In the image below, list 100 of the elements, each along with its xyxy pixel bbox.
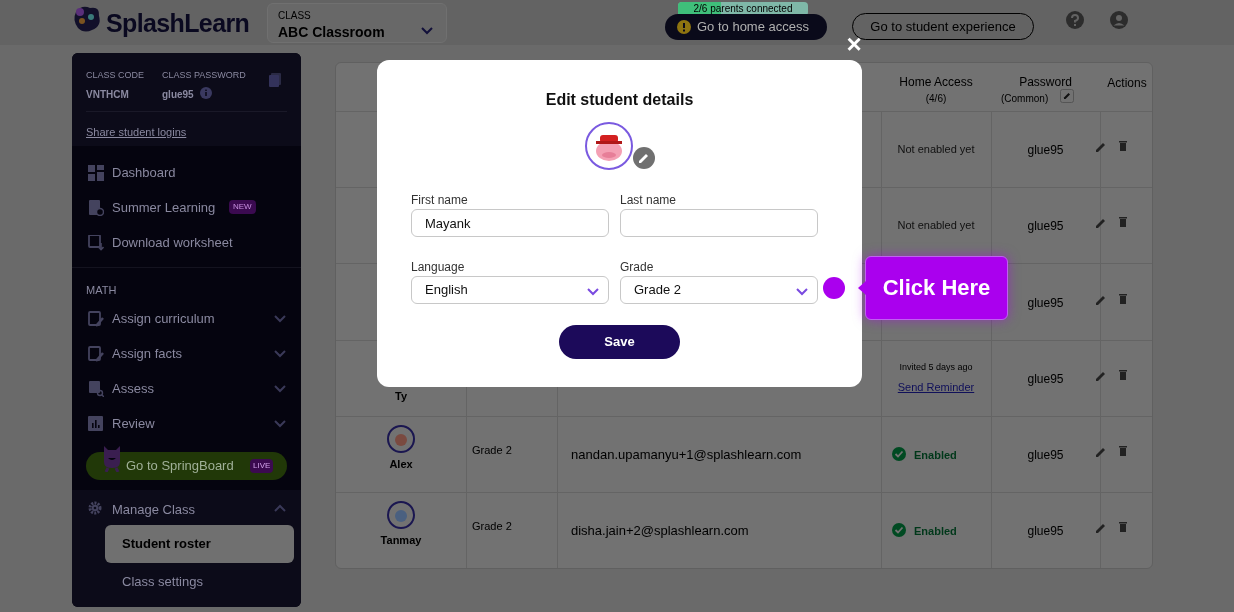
nav-item[interactable]: Assign curriculum [112, 309, 215, 329]
info-icon [200, 87, 212, 99]
pencil-icon[interactable] [1096, 523, 1106, 533]
text-field[interactable]: Mayank [411, 209, 609, 237]
class-password-label: CLASS PASSWORD [162, 69, 246, 82]
table-cell-text: glue95 [1026, 523, 1065, 540]
chevron-down-icon [420, 24, 434, 36]
dropdown-field[interactable]: Grade 2 [620, 276, 818, 304]
nav-item[interactable]: Dashboard [112, 163, 176, 183]
avatar-picture-icon [584, 121, 634, 171]
class-password-value: glue95 [162, 88, 194, 102]
springboard-button[interactable]: Go to SpringBoard LIVE [86, 452, 287, 480]
table-cell-text: Grade 2 [472, 443, 512, 458]
edit-avatar-icon[interactable] [633, 147, 655, 169]
trash-icon[interactable] [1119, 522, 1127, 532]
column-header: Home Access [898, 74, 974, 91]
help-icon[interactable] [1065, 10, 1085, 30]
chevron-down-icon [273, 417, 287, 429]
table-cell-text: glue95 [1026, 218, 1065, 235]
send-reminder-link[interactable]: Send Reminder [884, 379, 988, 396]
chevron-down-icon [273, 347, 287, 359]
field-label: Grade [620, 259, 654, 276]
trash-icon[interactable] [1119, 217, 1127, 227]
nav-item[interactable]: Assess [112, 379, 154, 399]
pencil-icon[interactable] [1096, 218, 1106, 228]
home-access-button[interactable]: Go to home access [665, 14, 827, 40]
class-selector[interactable]: CLASS ABC Classroom [267, 3, 447, 43]
pencil-icon[interactable] [1096, 371, 1106, 381]
student-name: Ty [394, 389, 408, 404]
submenu-item[interactable]: Student roster [105, 525, 294, 563]
manage-class-item[interactable]: Manage Class [112, 500, 196, 520]
warning-icon [677, 20, 691, 34]
new-badge: NEW [229, 200, 256, 214]
document-search-icon [88, 381, 104, 397]
trash-icon[interactable] [1119, 446, 1127, 456]
pencil-document-icon [88, 311, 104, 327]
field-label: First name [411, 192, 468, 209]
chevron-down-icon [273, 312, 287, 324]
edit-icon[interactable] [1060, 89, 1074, 103]
pencil-icon[interactable] [1096, 447, 1106, 457]
table-cell-text: Grade 2 [472, 519, 512, 534]
student-name: Tanmay [379, 533, 423, 548]
share-logins-link[interactable]: Share student logins [86, 124, 187, 141]
chevron-down-icon [586, 285, 600, 297]
progress-label: 2/6 parents connected [692, 2, 794, 16]
pencil-icon[interactable] [1096, 142, 1106, 152]
selector-label: CLASS [278, 9, 311, 23]
avatar-icon [387, 501, 415, 529]
dropdown-value: Grade 2 [634, 282, 681, 297]
column-note: (Common) [1001, 92, 1049, 106]
check-circle-icon [892, 523, 906, 537]
table-cell-text: nandan.upamanyu+1@splashlearn.com [571, 446, 802, 464]
click-here-callout: Click Here [865, 256, 1008, 320]
pencil-icon[interactable] [1096, 294, 1106, 305]
save-button[interactable]: Save [559, 325, 680, 359]
gear-icon [88, 501, 102, 515]
nav-item[interactable]: Download worksheet [112, 233, 233, 253]
account-icon[interactable] [1109, 10, 1129, 30]
field-label: Last name [620, 192, 677, 209]
section-label: MATH [86, 283, 117, 298]
dropdown-value: English [425, 282, 468, 297]
nav-item[interactable]: Assign facts [112, 344, 183, 364]
class-code-value: VNTHCM [86, 88, 129, 102]
callout-pointer-icon [858, 281, 866, 295]
live-badge: LIVE [250, 459, 274, 473]
logo-text: SplashLearn [106, 8, 250, 39]
table-cell-text: Invited 5 days ago [898, 361, 974, 374]
trash-icon[interactable] [1119, 293, 1127, 304]
status-label: Enabled [914, 448, 957, 463]
field-label: Language [411, 259, 465, 276]
table-cell-text: glue95 [1026, 142, 1065, 159]
table-cell-text: disha.jain+2@splashlearn.com [571, 522, 749, 540]
table-cell-text: glue95 [1026, 447, 1065, 464]
status-label: Enabled [914, 524, 957, 539]
trash-icon[interactable] [1119, 141, 1127, 151]
trash-icon[interactable] [1119, 370, 1127, 380]
column-header: Actions [1106, 75, 1148, 92]
document-icon [88, 200, 104, 216]
text-field[interactable] [620, 209, 818, 237]
modal-title: Edit student details [544, 90, 695, 110]
submenu-item[interactable]: Class settings [105, 563, 294, 601]
splash-logo-icon [72, 4, 102, 34]
selector-value: ABC Classroom [278, 23, 385, 42]
column-note: (4/6) [924, 92, 948, 106]
chevron-up-icon[interactable] [273, 502, 287, 514]
nav-item[interactable]: Review [112, 414, 155, 434]
table-cell-text: glue95 [1026, 294, 1065, 312]
student-name: Alex [388, 457, 414, 472]
table-cell-text: Not enabled yet [896, 142, 976, 157]
nav-item[interactable]: Summer Learning [112, 198, 216, 218]
column-header: Password [1018, 74, 1073, 91]
class-code-label: CLASS CODE [86, 69, 145, 82]
check-circle-icon [892, 447, 906, 461]
hotspot-dot-icon [823, 277, 845, 299]
download-icon [88, 235, 104, 251]
dropdown-field[interactable]: English [411, 276, 609, 304]
chevron-down-icon [273, 382, 287, 394]
table-cell-text: glue95 [1026, 371, 1065, 388]
grid-icon [88, 165, 104, 181]
avatar-icon [387, 425, 415, 453]
